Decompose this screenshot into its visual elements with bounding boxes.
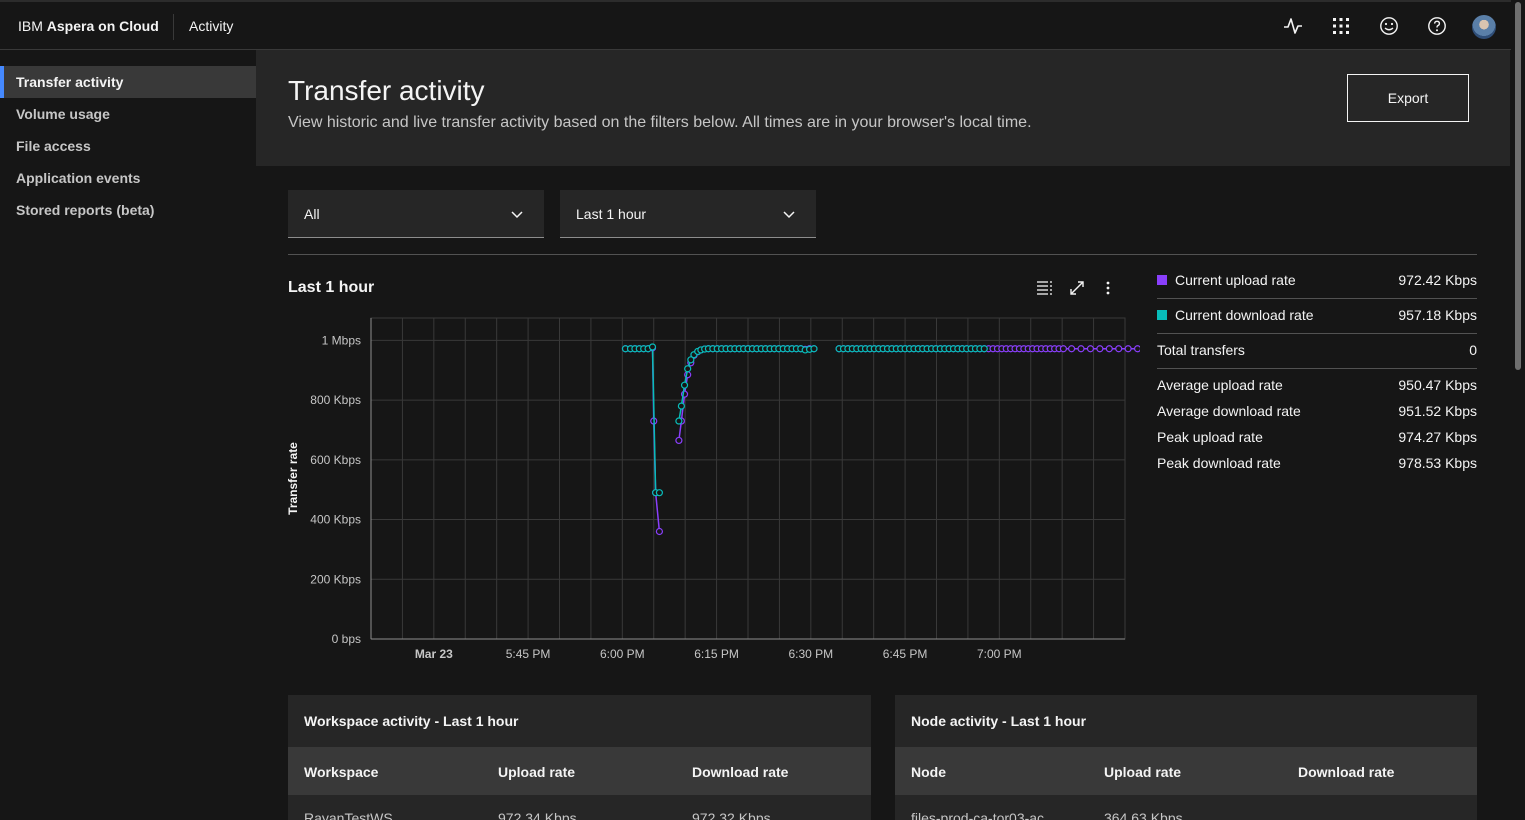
table-cell-upload: 364.63 Kbps (1104, 810, 1183, 820)
data-point-upload (1124, 345, 1132, 353)
x-tick-label: 5:45 PM (506, 647, 551, 661)
sidebar-item-file-access[interactable]: File access (0, 130, 256, 162)
table-view-icon[interactable] (1035, 278, 1055, 298)
y-tick-label: 200 Kbps (310, 572, 361, 586)
x-tick-label: 6:15 PM (694, 647, 739, 661)
app-switcher-icon[interactable] (1329, 14, 1353, 38)
maximize-icon[interactable] (1067, 278, 1087, 298)
data-point-download (980, 345, 988, 353)
y-axis-label: Transfer rate (286, 442, 300, 515)
user-avatar[interactable] (1472, 15, 1496, 39)
data-point-upload (1096, 345, 1104, 353)
column-header-download-rate[interactable]: Download rate (692, 764, 788, 780)
table-cell-upload: 972.34 Kbps (498, 810, 577, 820)
x-tick-label: 6:00 PM (600, 647, 645, 661)
sidebar-item-stored-reports[interactable]: Stored reports (beta) (0, 194, 256, 226)
legend-label-upload: Current upload rate (1175, 272, 1296, 288)
x-tick-label: 6:45 PM (883, 647, 928, 661)
scope-dropdown[interactable]: All (288, 190, 544, 238)
stat-divider (1157, 368, 1477, 369)
data-point-upload (1086, 345, 1095, 353)
stat-value-current-download: 957.18 Kbps (1398, 307, 1477, 323)
overflow-menu-icon[interactable] (1098, 278, 1118, 298)
page-scrollbar[interactable] (1511, 0, 1525, 820)
table-cell-node[interactable]: files-prod-ca-tor03-ac (911, 810, 1044, 820)
section-divider (288, 254, 1477, 255)
y-tick-label: 600 Kbps (310, 453, 361, 467)
data-point-upload (1133, 345, 1140, 353)
data-point-download (675, 417, 683, 425)
help-icon[interactable] (1425, 14, 1449, 38)
top-header: IBM Aspera on Cloud Activity (0, 0, 1525, 50)
column-header-workspace[interactable]: Workspace (304, 764, 378, 780)
data-point-download (810, 345, 818, 353)
sidebar-nav: Transfer activity Volume usage File acce… (0, 50, 256, 820)
data-point-upload (1059, 345, 1068, 353)
scope-dropdown-value: All (304, 206, 320, 222)
activity-icon[interactable] (1281, 14, 1305, 38)
chevron-down-icon (783, 211, 795, 219)
data-point-upload (1115, 345, 1123, 353)
page-title: Transfer activity (288, 75, 485, 106)
page-header: Transfer activity View historic and live… (256, 50, 1510, 166)
time-range-dropdown-value: Last 1 hour (576, 206, 647, 222)
x-tick-label: Mar 23 (415, 647, 453, 661)
chevron-down-icon (511, 211, 523, 219)
data-point-download (677, 402, 685, 410)
sidebar-item-application-events[interactable]: Application events (0, 162, 256, 194)
workspace-activity-table: Workspace activity - Last 1 hour Workspa… (288, 695, 871, 820)
stat-value-current-upload: 972.42 Kbps (1398, 272, 1477, 288)
x-tick-label: 6:30 PM (788, 647, 833, 661)
brand-prefix: IBM (18, 18, 43, 34)
legend-swatch-download (1157, 310, 1167, 320)
transfer-rate-chart: 0 bps 200 Kbps 400 Kbps 600 Kbps 800 Kbps 1 M… (286, 317, 1140, 661)
column-header-upload-rate[interactable]: Upload rate (498, 764, 575, 780)
table-header: Node Upload rate Download rate (895, 747, 1477, 795)
y-tick-label: 0 bps (332, 632, 361, 646)
brand-product: Aspera on Cloud (46, 18, 159, 34)
column-header-upload-rate[interactable]: Upload rate (1104, 764, 1181, 780)
brand-name[interactable]: IBM Aspera on Cloud (18, 18, 159, 34)
x-tick-label: 7:00 PM (977, 647, 1022, 661)
stat-divider (1157, 298, 1477, 299)
node-activity-table: Node activity - Last 1 hour Node Upload … (895, 695, 1477, 820)
legend-swatch-upload (1157, 275, 1167, 285)
time-range-dropdown[interactable]: Last 1 hour (560, 190, 816, 238)
data-point-upload (1105, 345, 1113, 353)
table-cell-download: 972.32 Kbps (692, 810, 771, 820)
sidebar-item-transfer-activity[interactable]: Transfer activity (0, 66, 256, 98)
sidebar-item-volume-usage[interactable]: Volume usage (0, 98, 256, 130)
data-point-download (684, 365, 692, 373)
data-point-upload (655, 527, 664, 536)
export-button[interactable]: Export (1347, 74, 1469, 122)
header-section-title: Activity (189, 18, 234, 34)
data-point-download (648, 343, 657, 351)
data-point-upload (1067, 345, 1076, 353)
header-divider (173, 14, 174, 40)
column-header-download-rate[interactable]: Download rate (1298, 764, 1394, 780)
y-tick-label: 400 Kbps (310, 513, 361, 527)
table-title: Node activity - Last 1 hour (911, 713, 1087, 729)
y-tick-label: 800 Kbps (310, 393, 361, 407)
table-title: Workspace activity - Last 1 hour (304, 713, 519, 729)
legend-label-download: Current download rate (1175, 307, 1314, 323)
y-tick-label: 1 Mbps (322, 333, 361, 347)
data-point-download (655, 489, 664, 497)
data-point-download (680, 381, 689, 389)
data-point-upload (1077, 345, 1085, 353)
scrollbar-thumb[interactable] (1515, 2, 1521, 370)
feedback-icon[interactable] (1377, 14, 1401, 38)
table-cell-workspace[interactable]: RayanTestWS (304, 810, 393, 820)
stat-divider (1157, 333, 1477, 334)
chart-title: Last 1 hour (288, 279, 375, 296)
column-header-node[interactable]: Node (911, 764, 946, 780)
data-point-upload (675, 436, 683, 445)
page-description: View historic and live transfer activity… (288, 114, 1032, 131)
table-header: Workspace Upload rate Download rate (288, 747, 871, 795)
